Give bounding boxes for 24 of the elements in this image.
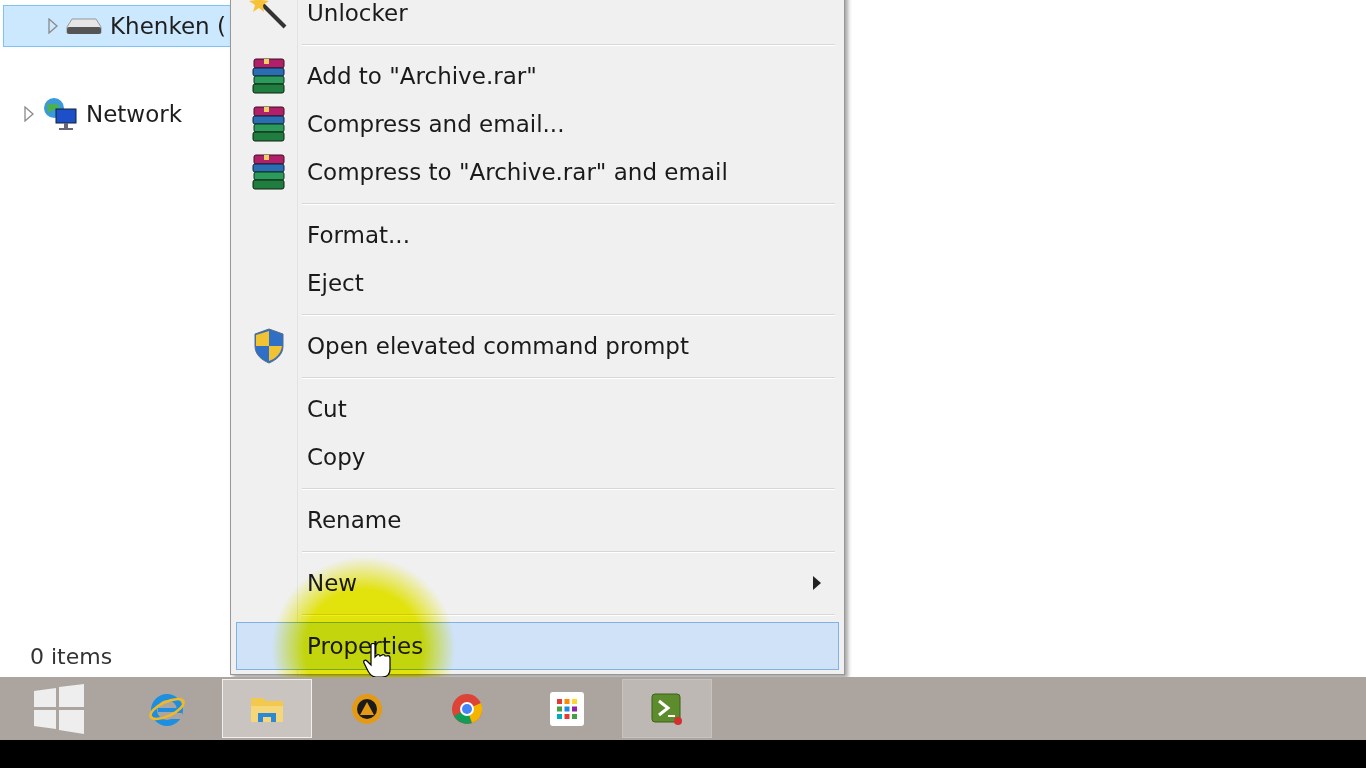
media-player-icon[interactable] xyxy=(350,691,384,726)
drive-icon xyxy=(66,17,102,35)
menu-item[interactable]: Properties xyxy=(236,622,839,670)
menu-item[interactable]: Copy xyxy=(236,433,839,481)
menu-item[interactable]: Open elevated command prompt xyxy=(236,322,839,370)
start-button-icon[interactable] xyxy=(31,683,86,734)
item-count-status: 0 items xyxy=(29,644,114,669)
menu-item[interactable]: Eject xyxy=(236,259,839,307)
archive-books-icon xyxy=(250,105,288,143)
network-icon xyxy=(42,97,78,131)
terminal-icon[interactable] xyxy=(650,691,684,726)
archive-books-icon xyxy=(250,57,288,95)
menu-item[interactable]: New xyxy=(236,559,839,607)
chrome-browser-icon[interactable] xyxy=(450,691,484,726)
expand-arrow-icon[interactable] xyxy=(48,18,58,34)
shield-icon xyxy=(253,328,285,364)
menu-item[interactable]: Cut xyxy=(236,385,839,433)
menu-item[interactable]: Compress to "Archive.rar" and email xyxy=(236,148,839,196)
app-grid-icon[interactable] xyxy=(550,691,584,726)
expand-arrow-icon[interactable] xyxy=(24,106,34,122)
archive-books-icon xyxy=(250,153,288,191)
menu-item[interactable]: Format... xyxy=(236,211,839,259)
menu-item[interactable]: Rename xyxy=(236,496,839,544)
submenu-arrow-icon xyxy=(812,576,822,590)
